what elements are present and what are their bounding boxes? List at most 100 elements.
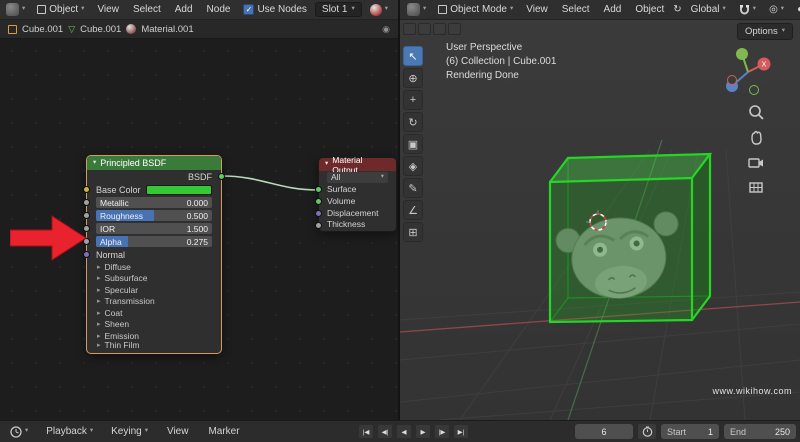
options-button[interactable]: Options ▾ xyxy=(736,23,793,40)
prev-keyframe-button[interactable]: ◀| xyxy=(377,424,393,439)
measure-tool[interactable]: ∠ xyxy=(403,200,423,220)
menu-add[interactable]: Add xyxy=(599,4,627,15)
menu-object[interactable]: Object xyxy=(630,4,669,15)
next-keyframe-button[interactable]: |▶ xyxy=(434,424,450,439)
preview-range-button[interactable] xyxy=(638,424,656,439)
editor-type-button[interactable]: ▾ xyxy=(2,3,29,16)
move-tool[interactable]: + xyxy=(403,90,423,110)
section-transmission[interactable]: ▸ Transmission xyxy=(87,296,221,308)
ior-slider[interactable]: IOR 1.500 xyxy=(96,223,212,234)
camera-view-icon[interactable] xyxy=(748,154,764,170)
gizmo-minus-x-axis[interactable] xyxy=(727,75,737,85)
tool-settings-icon[interactable] xyxy=(403,23,416,35)
material-sphere-icon xyxy=(369,3,382,16)
transform-tool[interactable]: ◈ xyxy=(403,156,423,176)
frame-end-field[interactable]: End 250 xyxy=(724,424,796,439)
play-reverse-button[interactable]: ◀ xyxy=(396,424,412,439)
zoom-icon[interactable] xyxy=(748,104,764,120)
thickness-socket[interactable] xyxy=(315,222,322,229)
proportional-edit-dropdown[interactable]: ◎ ▾ xyxy=(765,4,788,15)
gizmo-minus-y-axis[interactable] xyxy=(749,85,759,95)
mode-dropdown[interactable]: Object Mode ▾ xyxy=(434,4,517,15)
breadcrumb-mesh[interactable]: Cube.001 xyxy=(80,24,121,35)
timeline-marker-menu[interactable]: Marker xyxy=(203,426,244,437)
timeline-view-menu[interactable]: View xyxy=(162,426,194,437)
scale-tool[interactable]: ▣ xyxy=(403,134,423,154)
alpha-slider[interactable]: Alpha 0.275 xyxy=(96,236,212,247)
breadcrumb-material[interactable]: Material.001 xyxy=(141,24,193,35)
tool-settings-icon[interactable] xyxy=(418,23,431,35)
cube-object[interactable] xyxy=(548,152,713,324)
cursor-tool[interactable]: ⊕ xyxy=(403,68,423,88)
toggle-ortho-icon[interactable] xyxy=(748,179,764,195)
jump-to-start-button[interactable]: |◀ xyxy=(358,424,374,439)
shader-type-dropdown[interactable]: Object ▾ xyxy=(33,4,88,15)
tool-settings-icon[interactable] xyxy=(448,23,461,35)
principled-node-header[interactable]: ▾ Principled BSDF xyxy=(87,156,221,170)
tool-settings-icon[interactable] xyxy=(433,23,446,35)
pivot-icon[interactable]: ↻ xyxy=(673,4,681,15)
timeline-bar: ▾ Playback ▾ Keying ▾ View Marker |◀ ◀| … xyxy=(0,420,800,442)
use-nodes-toggle[interactable]: ✓ Use Nodes xyxy=(239,4,310,15)
bsdf-output-socket[interactable] xyxy=(218,173,225,180)
editor-type-button[interactable]: ▾ xyxy=(6,425,32,438)
material-output-node[interactable]: ▾ Material Output All ▾ Surface Volume D… xyxy=(315,155,397,232)
volume-socket[interactable] xyxy=(315,198,322,205)
playback-menu[interactable]: Playback ▾ xyxy=(42,426,97,437)
current-frame-field[interactable]: 6 xyxy=(575,424,633,439)
displacement-socket[interactable] xyxy=(315,210,322,217)
principled-bsdf-node[interactable]: ▾ Principled BSDF BSDF Base Color Metall… xyxy=(83,155,225,354)
collapse-icon[interactable]: ▾ xyxy=(93,159,96,167)
metallic-slider[interactable]: Metallic 0.000 xyxy=(96,197,212,208)
orientation-value: Global xyxy=(690,4,720,15)
section-subsurface[interactable]: ▸ Subsurface xyxy=(87,273,221,285)
editor-type-button[interactable]: ▾ xyxy=(403,3,430,16)
clock-icon xyxy=(10,425,22,438)
metallic-socket[interactable] xyxy=(83,199,90,206)
base-color-swatch[interactable] xyxy=(146,184,212,195)
base-color-row: Base Color xyxy=(83,183,221,196)
pin-icon[interactable]: ◉ xyxy=(382,24,390,35)
menu-view[interactable]: View xyxy=(521,4,553,15)
surface-socket[interactable] xyxy=(315,186,322,193)
pan-hand-icon[interactable] xyxy=(748,129,764,145)
shader-editor-icon xyxy=(6,3,19,16)
section-diffuse[interactable]: ▸ Diffuse xyxy=(87,261,221,273)
chevron-down-icon: ▾ xyxy=(752,5,757,13)
shading-mode-group[interactable]: ◐ ○ xyxy=(793,4,800,15)
add-cube-tool[interactable]: ⊞ xyxy=(403,222,423,242)
output-target-dropdown[interactable]: All ▾ xyxy=(327,171,388,183)
orientation-dropdown[interactable]: Global ▾ xyxy=(687,4,730,15)
breadcrumb-object[interactable]: Cube.001 xyxy=(22,24,63,35)
menu-view[interactable]: View xyxy=(92,4,124,15)
material-preview-dropdown[interactable]: ▾ xyxy=(366,3,392,16)
menu-select[interactable]: Select xyxy=(557,4,595,15)
annotate-tool[interactable]: ✎ xyxy=(403,178,423,198)
rotate-tool[interactable]: ↻ xyxy=(403,112,423,132)
select-box-tool[interactable]: ↖ xyxy=(403,46,423,66)
material-slot-dropdown[interactable]: Slot 1 ▾ xyxy=(314,2,362,17)
mode-value: Object Mode xyxy=(450,4,507,15)
menu-node[interactable]: Node xyxy=(202,4,236,15)
playback-transport: |◀ ◀| ◀ ▶ |▶ ▶| xyxy=(358,424,469,439)
cube-front-face xyxy=(550,178,692,322)
section-thin-film[interactable]: ▸ Thin Film xyxy=(87,340,221,354)
menu-select[interactable]: Select xyxy=(128,4,166,15)
snap-dropdown[interactable]: ▾ xyxy=(735,4,760,15)
section-sheen[interactable]: ▸ Sheen xyxy=(87,319,221,331)
keying-menu[interactable]: Keying ▾ xyxy=(107,426,152,437)
play-button[interactable]: ▶ xyxy=(415,424,431,439)
menu-add[interactable]: Add xyxy=(170,4,198,15)
jump-to-end-button[interactable]: ▶| xyxy=(453,424,469,439)
roughness-slider[interactable]: Roughness 0.500 xyxy=(96,210,212,221)
section-specular[interactable]: ▸ Specular xyxy=(87,284,221,296)
expand-icon: ▸ xyxy=(97,332,101,340)
frame-start-field[interactable]: Start 1 xyxy=(661,424,719,439)
base-color-socket[interactable] xyxy=(83,186,90,193)
navigation-gizmo[interactable]: X xyxy=(718,42,778,102)
collapse-icon[interactable]: ▾ xyxy=(325,161,328,168)
material-output-header[interactable]: ▾ Material Output xyxy=(319,155,396,175)
gizmo-y-axis[interactable] xyxy=(736,48,748,60)
viewport-3d[interactable]: ▾ Object Mode ▾ View Select Add Object ↻… xyxy=(400,0,800,420)
section-coat[interactable]: ▸ Coat xyxy=(87,307,221,319)
